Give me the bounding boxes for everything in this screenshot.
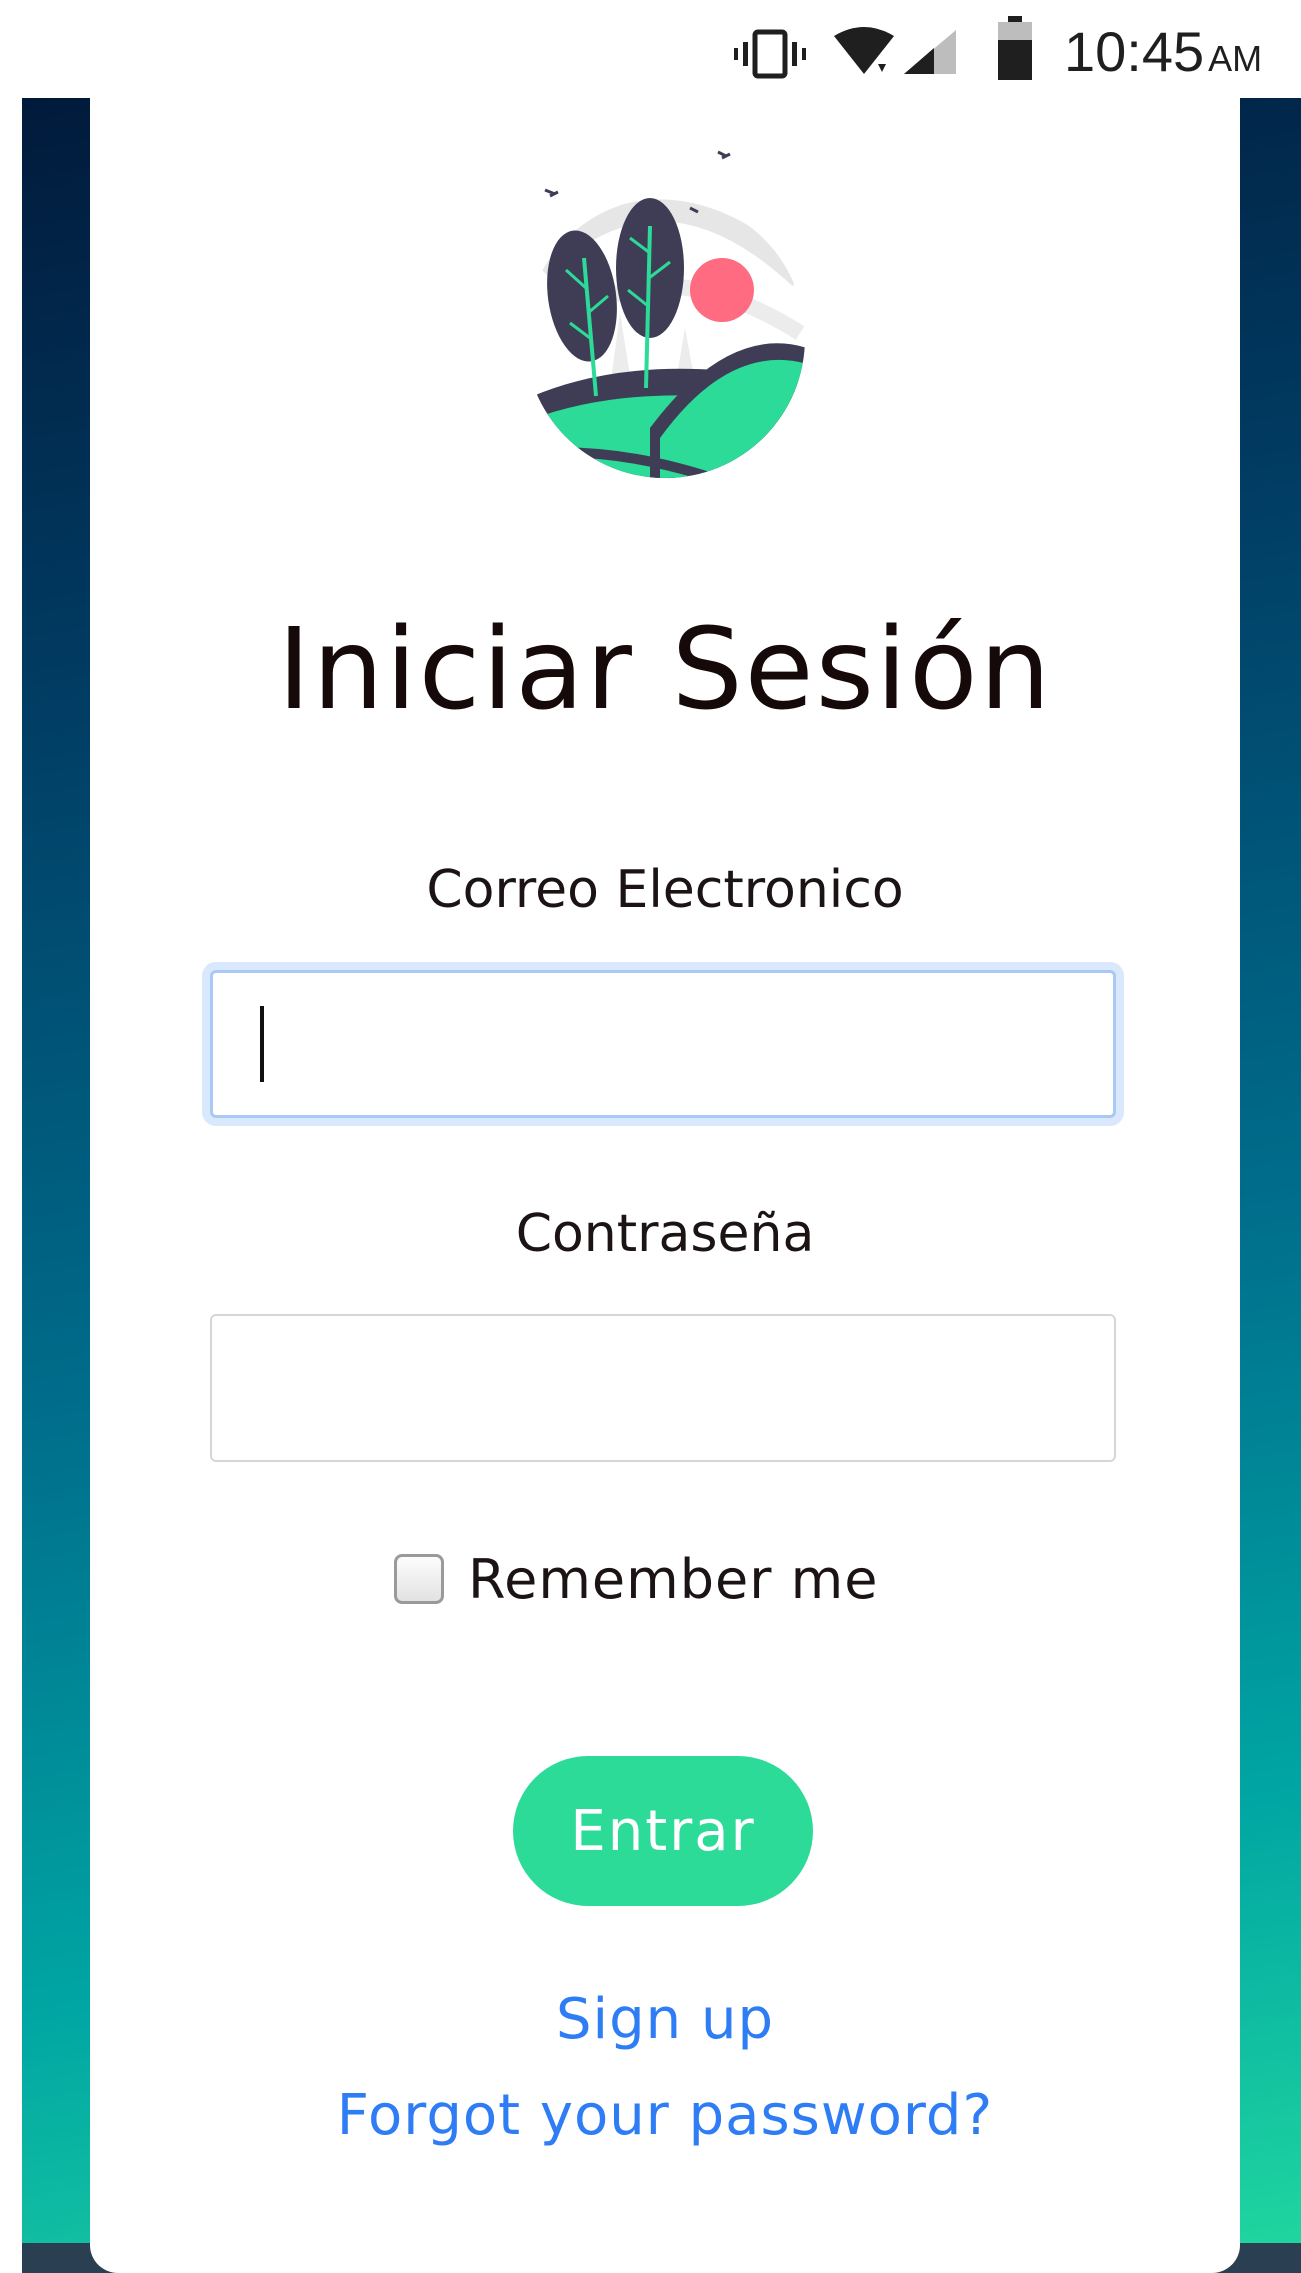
screen: 10:45 AM Iniciar Sesión Correo Electroni… (0, 0, 1301, 2273)
status-clock: 10:45 AM (1064, 22, 1262, 82)
submit-button[interactable]: Entrar (513, 1756, 813, 1906)
signal-icon (904, 30, 956, 74)
landscape-illustration (525, 150, 805, 478)
remember-me-label[interactable]: Remember me (468, 1548, 878, 1611)
status-bar: 10:45 AM (0, 0, 1301, 98)
password-label: Contraseña (515, 1204, 815, 1264)
wifi-icon (834, 27, 894, 74)
remember-me-checkbox[interactable] (394, 1554, 444, 1604)
email-input[interactable] (210, 970, 1116, 1118)
password-input[interactable] (210, 1314, 1116, 1462)
remember-me-row[interactable]: Remember me (394, 1544, 878, 1614)
forgot-password-link[interactable]: Forgot your password? (90, 2078, 1240, 2154)
battery-icon (998, 16, 1032, 80)
status-ampm: AM (1208, 38, 1263, 79)
signup-link[interactable]: Sign up (90, 1982, 1240, 2058)
text-cursor (260, 1006, 264, 1082)
status-time: 10:45 (1064, 20, 1205, 83)
vibrate-icon (734, 29, 806, 79)
page-title: Iniciar Sesión (277, 605, 1053, 735)
email-label: Correo Electronico (426, 860, 904, 920)
